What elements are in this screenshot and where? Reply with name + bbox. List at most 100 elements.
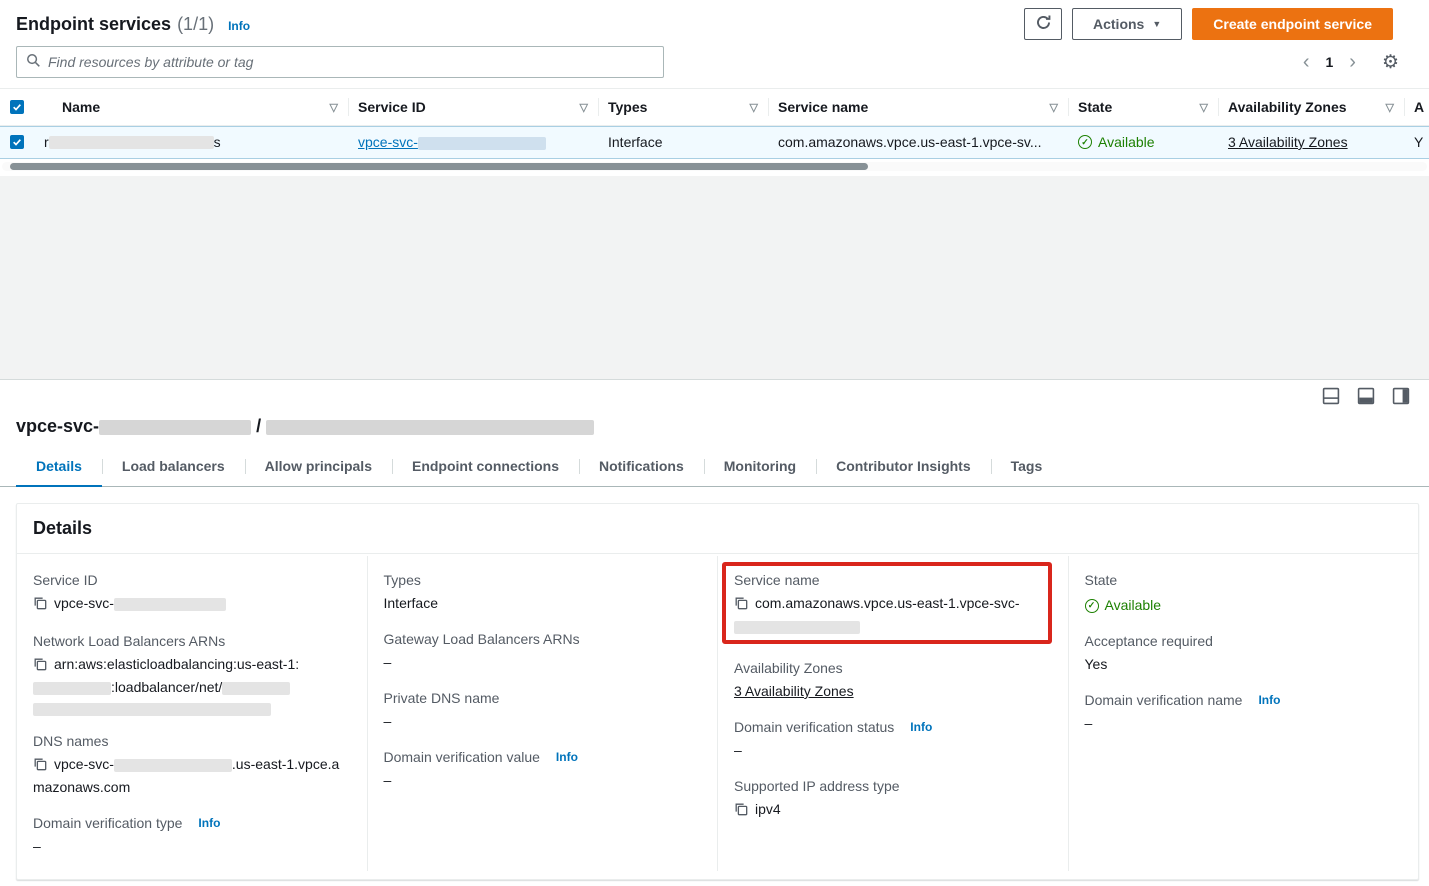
service-id-link[interactable]: vpce-svc- bbox=[358, 134, 546, 150]
details-column-3: Service name com.amazonaws.vpce.us-east-… bbox=[717, 556, 1068, 871]
redacted-text bbox=[99, 420, 251, 435]
field-domain-verification-name: Domain verification name Info – bbox=[1085, 692, 1399, 734]
header-info-link[interactable]: Info bbox=[228, 19, 250, 33]
table-row[interactable]: rs vpce-svc- Interface com.amazonaws.vpc… bbox=[0, 126, 1429, 159]
content-background bbox=[0, 176, 1429, 379]
refresh-button[interactable] bbox=[1024, 8, 1062, 40]
redacted-text bbox=[33, 703, 271, 716]
row-partial: Y bbox=[1404, 134, 1429, 150]
details-column-1: Service ID vpce-svc- Network Load Balanc… bbox=[17, 556, 367, 871]
row-state: ✓ Available bbox=[1068, 134, 1218, 150]
field-domain-verification-value: Domain verification value Info – bbox=[384, 749, 698, 791]
sort-icon: ▽ bbox=[580, 101, 588, 114]
tab-notifications[interactable]: Notifications bbox=[579, 449, 704, 486]
table-settings-gear-icon[interactable]: ⚙ bbox=[1382, 53, 1399, 72]
copy-icon[interactable] bbox=[734, 595, 748, 616]
chevron-down-icon: ▼ bbox=[1152, 20, 1161, 29]
panel-position-bottom-icon[interactable] bbox=[1322, 386, 1342, 406]
availability-zones-link[interactable]: 3 Availability Zones bbox=[1228, 134, 1348, 150]
current-page[interactable]: 1 bbox=[1325, 54, 1333, 70]
column-header-service-id[interactable]: Service ID ▽ bbox=[348, 89, 598, 125]
sort-icon: ▽ bbox=[1386, 101, 1394, 114]
redacted-text bbox=[49, 136, 214, 149]
tab-details[interactable]: Details bbox=[16, 449, 102, 486]
scrollbar-thumb[interactable] bbox=[10, 163, 868, 170]
column-header-types[interactable]: Types ▽ bbox=[598, 89, 768, 125]
copy-icon[interactable] bbox=[33, 756, 47, 777]
horizontal-scrollbar[interactable] bbox=[2, 162, 1427, 171]
column-header-availability-zones[interactable]: Availability Zones ▽ bbox=[1218, 89, 1404, 125]
page-title: Endpoint services bbox=[16, 14, 171, 35]
column-header-state[interactable]: State ▽ bbox=[1068, 89, 1218, 125]
redacted-text bbox=[418, 137, 546, 150]
row-name: rs bbox=[34, 134, 348, 150]
redacted-text bbox=[222, 682, 290, 695]
sort-icon: ▽ bbox=[330, 101, 338, 114]
row-checkbox[interactable] bbox=[0, 135, 34, 149]
row-availability-zones: 3 Availability Zones bbox=[1218, 134, 1404, 150]
redacted-text bbox=[114, 759, 232, 772]
next-page-button[interactable]: › bbox=[1349, 52, 1356, 72]
panel-position-split-icon[interactable] bbox=[1357, 386, 1377, 406]
row-service-name: com.amazonaws.vpce.us-east-1.vpce-sv... bbox=[768, 134, 1068, 150]
field-domain-verification-status: Domain verification status Info – bbox=[734, 719, 1048, 761]
availability-zones-link[interactable]: 3 Availability Zones bbox=[734, 683, 854, 699]
checkbox-checked-icon[interactable] bbox=[10, 135, 24, 149]
detail-split-panel: vpce-svc- / Details Load balancers Allow… bbox=[0, 379, 1429, 886]
field-service-id: Service ID vpce-svc- bbox=[33, 572, 347, 616]
tab-allow-principals[interactable]: Allow principals bbox=[245, 449, 392, 486]
create-endpoint-service-button[interactable]: Create endpoint service bbox=[1192, 8, 1393, 40]
sort-icon: ▽ bbox=[1050, 101, 1058, 114]
details-card: Details Service ID vpce-svc- Network Loa… bbox=[16, 503, 1419, 880]
tab-tags[interactable]: Tags bbox=[991, 449, 1063, 486]
field-private-dns-name: Private DNS name – bbox=[384, 690, 698, 732]
row-service-id: vpce-svc- bbox=[348, 134, 598, 150]
info-link[interactable]: Info bbox=[198, 816, 220, 830]
checkbox-checked-icon[interactable] bbox=[10, 100, 24, 114]
tab-load-balancers[interactable]: Load balancers bbox=[102, 449, 245, 486]
field-types: Types Interface bbox=[384, 572, 698, 614]
tab-endpoint-connections[interactable]: Endpoint connections bbox=[392, 449, 579, 486]
search-input[interactable] bbox=[48, 54, 654, 70]
field-service-name: Service name com.amazonaws.vpce.us-east-… bbox=[734, 572, 1048, 634]
redacted-text bbox=[114, 598, 226, 611]
prev-page-button[interactable]: ‹ bbox=[1303, 52, 1310, 72]
details-column-2: Types Interface Gateway Load Balancers A… bbox=[367, 556, 718, 871]
field-availability-zones: Availability Zones 3 Availability Zones bbox=[734, 660, 1048, 702]
aws-console-endpoint-services: Endpoint services (1/1) Info Actions ▼ C… bbox=[0, 0, 1429, 886]
panel-position-side-icon[interactable] bbox=[1392, 386, 1412, 406]
sort-icon: ▽ bbox=[750, 101, 758, 114]
field-state: State ✓ Available bbox=[1085, 572, 1399, 616]
info-link[interactable]: Info bbox=[910, 720, 932, 734]
field-supported-ip-address-type: Supported IP address type ipv4 bbox=[734, 778, 1048, 822]
redacted-text bbox=[734, 621, 860, 634]
list-header: Endpoint services (1/1) Info Actions ▼ C… bbox=[0, 0, 1429, 44]
column-header-partial[interactable]: A bbox=[1404, 89, 1429, 125]
resource-count: (1/1) bbox=[177, 14, 214, 35]
redacted-text bbox=[266, 420, 594, 435]
copy-icon[interactable] bbox=[33, 595, 47, 616]
detail-panel-title: vpce-svc- / bbox=[0, 414, 1429, 449]
status-badge: ✓ Available bbox=[1085, 595, 1162, 616]
copy-icon[interactable] bbox=[33, 656, 47, 677]
info-link[interactable]: Info bbox=[556, 750, 578, 764]
column-header-name[interactable]: Name ▽ bbox=[34, 89, 348, 125]
column-header-service-name[interactable]: Service name ▽ bbox=[768, 89, 1068, 125]
search-box[interactable] bbox=[16, 46, 664, 78]
field-gateway-load-balancer-arns: Gateway Load Balancers ARNs – bbox=[384, 631, 698, 673]
tab-monitoring[interactable]: Monitoring bbox=[704, 449, 816, 486]
field-domain-verification-type: Domain verification type Info – bbox=[33, 815, 347, 857]
copy-icon[interactable] bbox=[734, 801, 748, 822]
info-link[interactable]: Info bbox=[1258, 693, 1280, 707]
field-network-load-balancer-arns: Network Load Balancers ARNs arn:aws:elas… bbox=[33, 633, 347, 716]
pagination: ‹ 1 › ⚙ bbox=[1303, 52, 1399, 72]
detail-tabs: Details Load balancers Allow principals … bbox=[0, 449, 1429, 487]
details-column-4: State ✓ Available Acceptance required Ye… bbox=[1068, 556, 1419, 871]
select-all-checkbox[interactable] bbox=[0, 100, 34, 114]
actions-dropdown-button[interactable]: Actions ▼ bbox=[1072, 8, 1182, 40]
check-circle-icon: ✓ bbox=[1085, 599, 1099, 613]
tab-contributor-insights[interactable]: Contributor Insights bbox=[816, 449, 991, 486]
status-badge: ✓ Available bbox=[1078, 134, 1155, 150]
field-acceptance-required: Acceptance required Yes bbox=[1085, 633, 1399, 675]
toolbar: ‹ 1 › ⚙ bbox=[0, 44, 1429, 88]
